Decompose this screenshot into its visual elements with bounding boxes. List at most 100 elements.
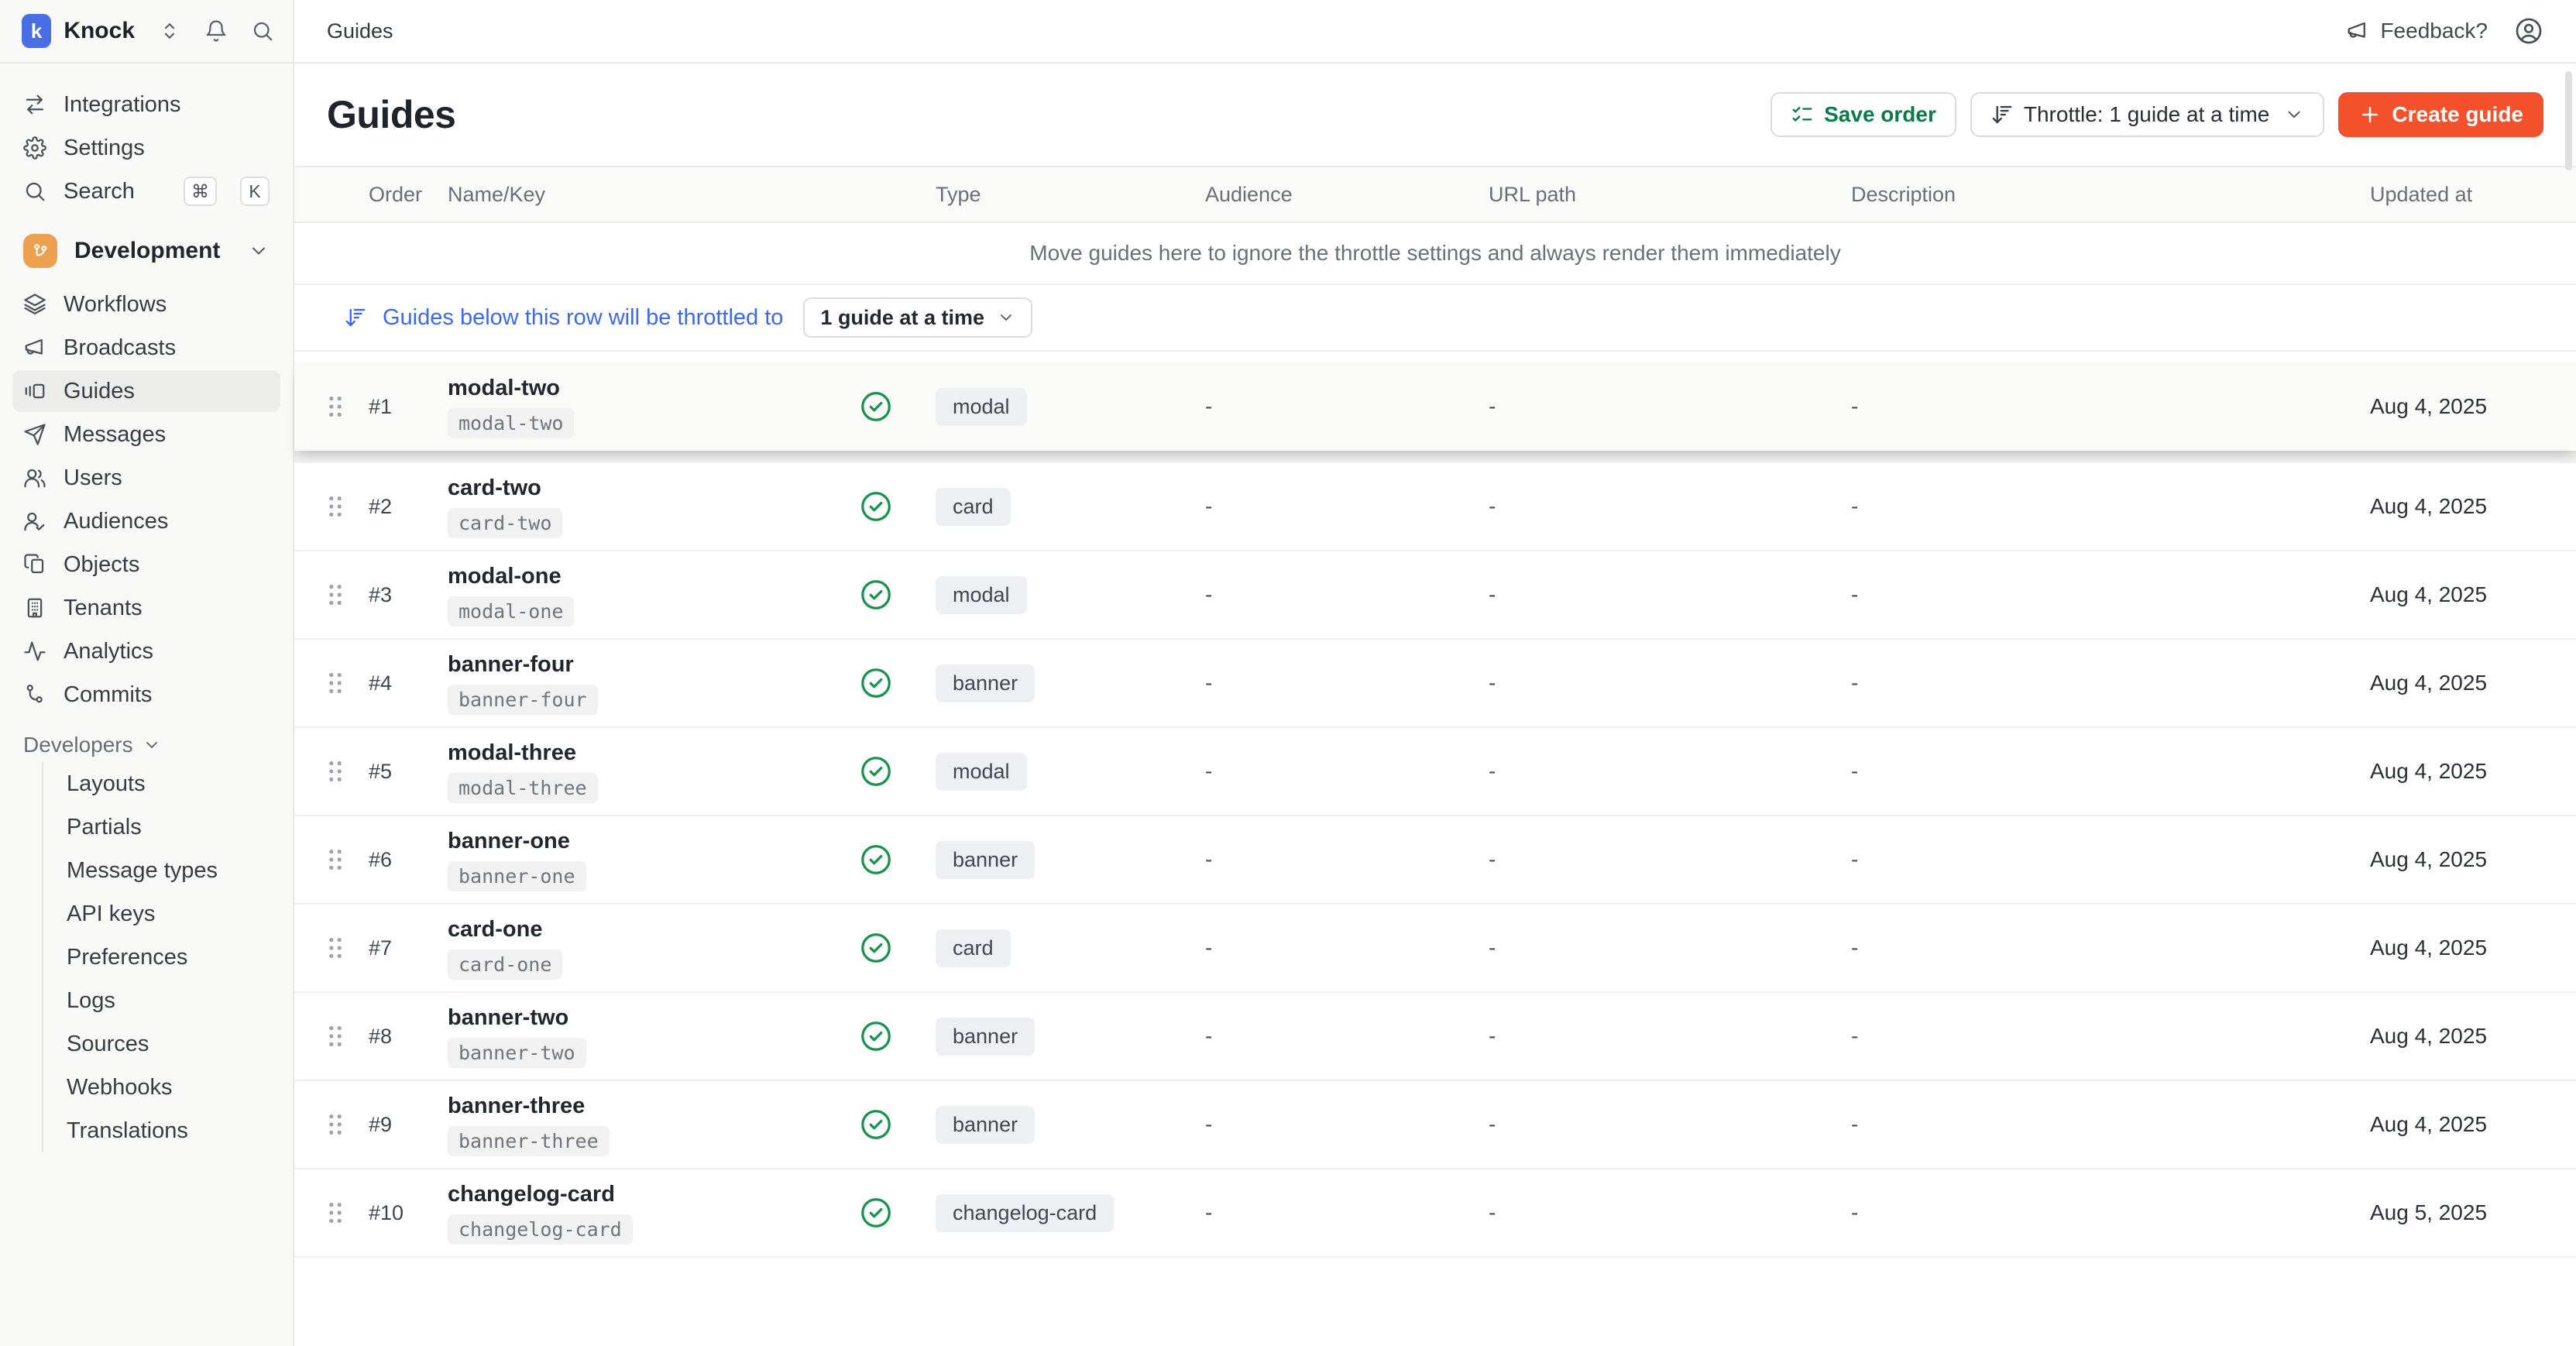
feedback-button[interactable]: Feedback?	[2346, 19, 2488, 43]
sidebar-item-label: Preferences	[67, 945, 187, 970]
row-audience: -	[1190, 759, 1476, 784]
row-updated-at: Aug 4, 2025	[2344, 671, 2548, 695]
sidebar-item-tenants[interactable]: Tenants	[12, 587, 280, 629]
row-type: banner	[919, 664, 1190, 702]
sidebar-item-partials[interactable]: Partials	[67, 805, 280, 849]
sidebar-item-guides[interactable]: Guides	[12, 370, 280, 412]
row-type: card	[919, 929, 1190, 967]
guide-name[interactable]: card-two	[448, 476, 541, 501]
table-row[interactable]: #8 banner-two banner-two banner - - - Au…	[294, 993, 2576, 1081]
sidebar-item-objects[interactable]: Objects	[12, 544, 280, 585]
guides-panel-icon	[23, 379, 46, 403]
drag-handle-icon[interactable]	[325, 393, 345, 420]
guide-name[interactable]: changelog-card	[448, 1182, 615, 1207]
table-row[interactable]: #4 banner-four banner-four banner - - - …	[294, 640, 2576, 728]
guide-name[interactable]: banner-two	[448, 1005, 568, 1031]
guide-name[interactable]: modal-two	[448, 376, 560, 401]
drag-handle-icon[interactable]	[325, 493, 345, 520]
sidebar-section-developers[interactable]: Developers	[12, 728, 280, 762]
sidebar-item-logs[interactable]: Logs	[67, 979, 280, 1022]
sidebar-item-translations[interactable]: Translations	[67, 1109, 280, 1152]
commit-icon	[23, 683, 46, 706]
sidebar-item-message-types[interactable]: Message types	[67, 849, 280, 892]
drag-handle-icon[interactable]	[325, 582, 345, 608]
table-row[interactable]: #5 modal-three modal-three modal - - - A…	[294, 728, 2576, 816]
main-content: Guides Feedback? Guides Save order Throt…	[294, 0, 2576, 1346]
sidebar-item-search[interactable]: Search ⌘ K	[12, 170, 280, 212]
table-row[interactable]: #2 card-two card-two card - - - Aug 4, 2…	[294, 463, 2576, 551]
workspace-switcher-icon[interactable]	[158, 19, 181, 43]
row-audience: -	[1190, 671, 1476, 695]
guide-name[interactable]: banner-four	[448, 652, 574, 678]
table-row[interactable]: #9 banner-three banner-three banner - - …	[294, 1081, 2576, 1169]
sidebar-item-webhooks[interactable]: Webhooks	[67, 1066, 280, 1109]
row-type: banner	[919, 841, 1190, 879]
guide-key-badge: card-two	[448, 508, 562, 538]
row-url-path: -	[1476, 1200, 1832, 1225]
sidebar-item-label: Analytics	[64, 639, 153, 664]
drag-handle-icon[interactable]	[325, 935, 345, 961]
guide-name[interactable]: modal-one	[448, 564, 562, 589]
table-row[interactable]: #1 modal-two modal-two modal - - - Aug 4…	[294, 362, 2576, 451]
scrollbar-thumb[interactable]	[2565, 71, 2572, 170]
guide-name[interactable]: card-one	[448, 917, 542, 943]
create-guide-button[interactable]: Create guide	[2338, 92, 2543, 137]
drag-handle-icon[interactable]	[325, 1111, 345, 1138]
sidebar-item-workflows[interactable]: Workflows	[12, 283, 280, 325]
sidebar-item-audiences[interactable]: Audiences	[12, 500, 280, 542]
section-label: Developers	[23, 733, 133, 757]
drag-handle-icon[interactable]	[325, 1023, 345, 1049]
search-icon[interactable]	[251, 19, 274, 43]
save-order-button[interactable]: Save order	[1771, 92, 1956, 137]
sidebar-item-integrations[interactable]: Integrations	[12, 84, 280, 125]
drag-handle-icon[interactable]	[325, 758, 345, 785]
type-badge: modal	[936, 753, 1027, 791]
row-name-key: banner-two banner-two	[423, 1005, 833, 1068]
row-audience: -	[1190, 936, 1476, 960]
table-row[interactable]: #10 changelog-card changelog-card change…	[294, 1169, 2576, 1258]
status-active-check-icon	[858, 754, 894, 789]
table-row[interactable]: #7 card-one card-one card - - - Aug 4, 2…	[294, 905, 2576, 993]
row-description: -	[1832, 1112, 2344, 1137]
sidebar-item-layouts[interactable]: Layouts	[67, 762, 280, 805]
row-url-path: -	[1476, 671, 1832, 695]
sidebar-item-messages[interactable]: Messages	[12, 414, 280, 455]
throttle-select[interactable]: 1 guide at a time	[803, 297, 1032, 338]
table-spacer	[294, 352, 2576, 362]
workspace-header: k Knock	[0, 0, 293, 64]
unthrottled-dropzone[interactable]: Move guides here to ignore the throttle …	[294, 223, 2576, 285]
sort-descending-icon	[344, 306, 367, 329]
row-description: -	[1832, 759, 2344, 784]
sidebar-item-api-keys[interactable]: API keys	[67, 892, 280, 936]
drag-handle-icon[interactable]	[325, 846, 345, 873]
table-row[interactable]: #3 modal-one modal-one modal - - - Aug 4…	[294, 551, 2576, 640]
sidebar-item-settings[interactable]: Settings	[12, 127, 280, 169]
sidebar-item-preferences[interactable]: Preferences	[67, 936, 280, 979]
sidebar-item-analytics[interactable]: Analytics	[12, 630, 280, 672]
guide-key-badge: card-one	[448, 949, 562, 980]
table-header-row: Order Name/Key Type Audience URL path De…	[294, 166, 2576, 223]
guide-name[interactable]: banner-one	[448, 829, 570, 854]
row-updated-at: Aug 4, 2025	[2344, 582, 2548, 607]
sidebar-item-broadcasts[interactable]: Broadcasts	[12, 327, 280, 369]
throttle-divider-label[interactable]: Guides below this row will be throttled …	[383, 305, 783, 331]
table-row[interactable]: #6 banner-one banner-one banner - - - Au…	[294, 816, 2576, 905]
row-updated-at: Aug 5, 2025	[2344, 1200, 2548, 1225]
throttle-dropdown-button[interactable]: Throttle: 1 guide at a time	[1970, 92, 2325, 137]
drag-handle-icon[interactable]	[325, 1200, 345, 1226]
user-avatar-icon[interactable]	[2514, 16, 2543, 46]
col-url-path: URL path	[1476, 183, 1832, 207]
copy-icon	[23, 553, 46, 576]
notifications-bell-icon[interactable]	[204, 19, 228, 43]
table-body: #1 modal-two modal-two modal - - - Aug 4…	[294, 362, 2576, 1258]
sidebar-item-commits[interactable]: Commits	[12, 674, 280, 716]
guide-name[interactable]: banner-three	[448, 1094, 585, 1119]
guide-name[interactable]: modal-three	[448, 740, 576, 766]
sidebar-item-users[interactable]: Users	[12, 457, 280, 499]
drag-handle-icon[interactable]	[325, 670, 345, 696]
guide-key-badge: changelog-card	[448, 1214, 633, 1245]
col-audience: Audience	[1190, 183, 1476, 207]
environment-switcher[interactable]: Development	[12, 228, 280, 274]
sidebar-item-sources[interactable]: Sources	[67, 1022, 280, 1066]
guide-key-badge: banner-two	[448, 1038, 586, 1068]
